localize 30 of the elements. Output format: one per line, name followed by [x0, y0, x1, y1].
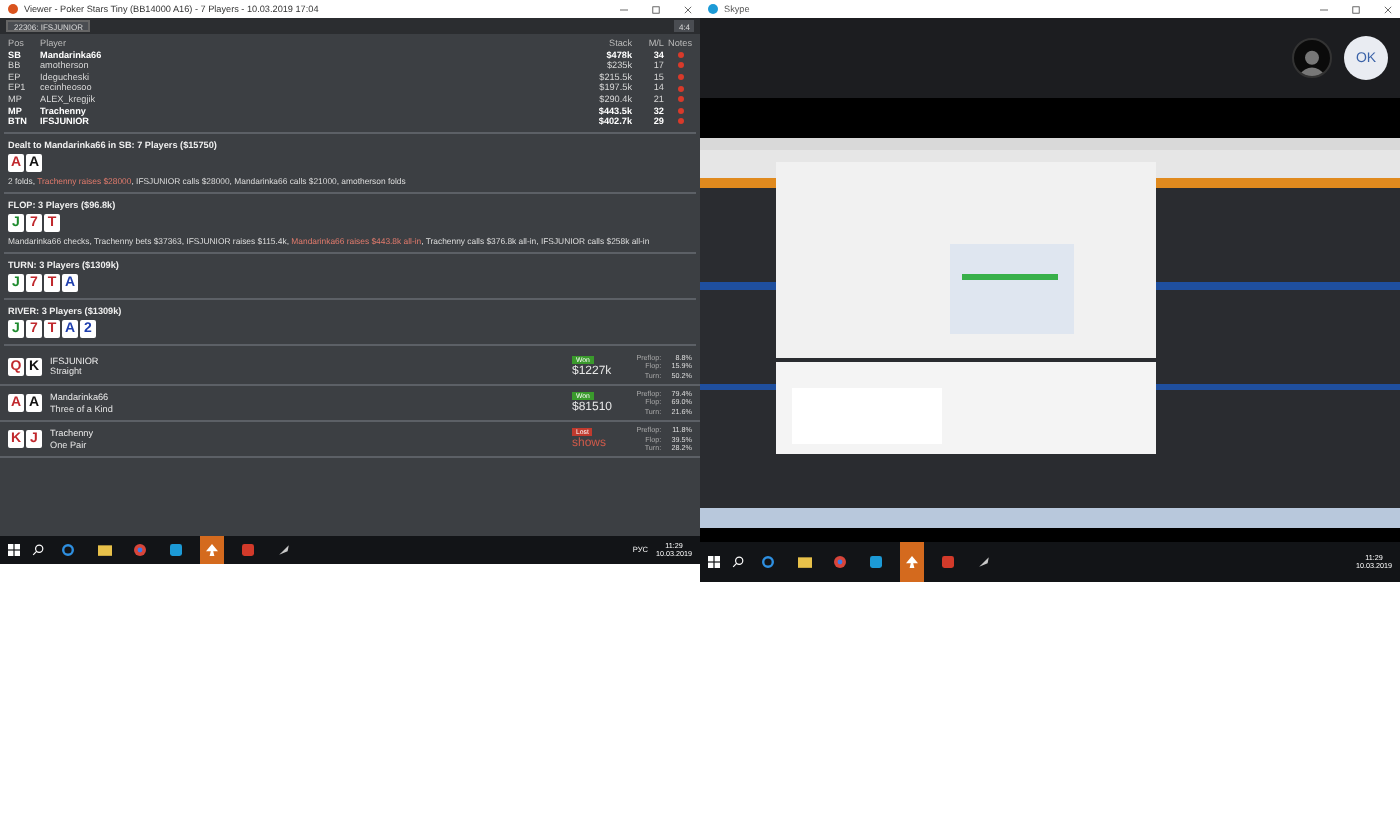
- rounded-square-app-icon[interactable]: [942, 556, 954, 568]
- note-marker-icon[interactable]: [677, 118, 683, 125]
- rounded-square-app-icon[interactable]: [242, 544, 254, 556]
- chat-app-icon[interactable]: [870, 556, 882, 568]
- close-icon[interactable]: [1384, 5, 1392, 13]
- browser-icon[interactable]: [134, 544, 146, 556]
- note-marker-icon[interactable]: [677, 107, 683, 114]
- browser-icon[interactable]: [762, 556, 774, 568]
- chat-app-icon[interactable]: [170, 544, 182, 556]
- feather-icon[interactable]: [978, 556, 990, 568]
- note-marker-icon[interactable]: [677, 85, 683, 92]
- chat-app-icon: [708, 4, 718, 14]
- app-icon: [8, 4, 18, 14]
- browser-icon[interactable]: [62, 544, 74, 556]
- note-marker-icon[interactable]: [677, 74, 683, 81]
- note-marker-icon[interactable]: [677, 96, 683, 103]
- note-marker-icon[interactable]: [677, 51, 683, 58]
- maximize-icon[interactable]: [652, 5, 660, 13]
- folder-icon[interactable]: [797, 556, 811, 568]
- search-icon[interactable]: [732, 556, 744, 568]
- start-icon[interactable]: [708, 556, 720, 568]
- contact-avatar[interactable]: [1292, 38, 1332, 78]
- close-icon[interactable]: [684, 5, 692, 13]
- start-icon[interactable]: [8, 544, 20, 556]
- feather-icon[interactable]: [278, 544, 290, 556]
- folder-icon[interactable]: [97, 544, 111, 556]
- note-marker-icon[interactable]: [677, 62, 683, 69]
- maximize-icon[interactable]: [1352, 5, 1360, 13]
- search-icon[interactable]: [32, 544, 44, 556]
- browser-icon[interactable]: [834, 556, 846, 568]
